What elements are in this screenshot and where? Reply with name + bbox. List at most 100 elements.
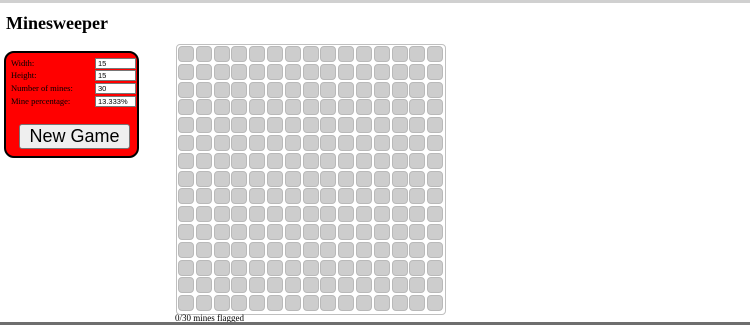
mine-cell[interactable]	[391, 135, 408, 151]
mine-cell[interactable]	[409, 63, 426, 80]
mine-cell[interactable]	[284, 188, 301, 205]
mine-cell[interactable]	[409, 188, 426, 205]
mine-cell[interactable]	[427, 188, 444, 205]
mine-cell[interactable]	[427, 241, 444, 258]
mine-cell[interactable]	[356, 188, 372, 205]
mine-cell[interactable]	[338, 277, 355, 294]
mine-cell[interactable]	[427, 152, 444, 169]
mine-cell[interactable]	[195, 295, 212, 312]
mine-cell[interactable]	[249, 63, 266, 80]
mine-cell[interactable]	[231, 152, 248, 169]
mine-cell[interactable]	[213, 224, 230, 240]
mine-cell[interactable]	[356, 295, 372, 312]
mine-cell[interactable]	[427, 259, 444, 276]
mine-cell[interactable]	[338, 99, 355, 116]
mine-cell[interactable]	[338, 188, 355, 205]
mine-cell[interactable]	[249, 81, 266, 98]
mine-cell[interactable]	[409, 46, 426, 62]
mine-cell[interactable]	[267, 206, 283, 223]
mine-cell[interactable]	[249, 170, 266, 187]
mine-cell[interactable]	[409, 259, 426, 276]
mine-cell[interactable]	[284, 259, 301, 276]
mine-cell[interactable]	[249, 46, 266, 62]
mine-cell[interactable]	[178, 206, 194, 223]
mine-cell[interactable]	[284, 277, 301, 294]
mine-cell[interactable]	[373, 81, 390, 98]
mine-cell[interactable]	[213, 295, 230, 312]
mine-cell[interactable]	[373, 170, 390, 187]
mine-cell[interactable]	[195, 81, 212, 98]
mine-cell[interactable]	[338, 241, 355, 258]
mine-cell[interactable]	[409, 241, 426, 258]
mine-cell[interactable]	[213, 81, 230, 98]
percentage-input[interactable]: 13.333%	[95, 96, 136, 107]
mine-cell[interactable]	[178, 170, 194, 187]
mine-cell[interactable]	[213, 99, 230, 116]
mine-cell[interactable]	[178, 81, 194, 98]
mine-cell[interactable]	[302, 277, 319, 294]
mine-cell[interactable]	[320, 81, 337, 98]
mine-cell[interactable]	[302, 241, 319, 258]
mine-cell[interactable]	[320, 259, 337, 276]
mine-cell[interactable]	[249, 99, 266, 116]
mine-cell[interactable]	[302, 170, 319, 187]
mine-cell[interactable]	[231, 259, 248, 276]
mine-cell[interactable]	[267, 135, 283, 151]
mine-cell[interactable]	[178, 99, 194, 116]
mine-cell[interactable]	[178, 46, 194, 62]
mine-cell[interactable]	[178, 224, 194, 240]
mine-cell[interactable]	[284, 117, 301, 134]
mine-cell[interactable]	[427, 295, 444, 312]
width-input[interactable]: 15	[95, 58, 136, 69]
mine-cell[interactable]	[409, 224, 426, 240]
mine-cell[interactable]	[356, 259, 372, 276]
mine-cell[interactable]	[373, 188, 390, 205]
mine-cell[interactable]	[320, 46, 337, 62]
mine-cell[interactable]	[373, 117, 390, 134]
mine-cell[interactable]	[338, 117, 355, 134]
mine-cell[interactable]	[356, 277, 372, 294]
mine-cell[interactable]	[320, 241, 337, 258]
mine-cell[interactable]	[249, 224, 266, 240]
mine-cell[interactable]	[338, 224, 355, 240]
mine-cell[interactable]	[267, 63, 283, 80]
mine-cell[interactable]	[195, 241, 212, 258]
mine-cell[interactable]	[391, 241, 408, 258]
mine-cell[interactable]	[391, 277, 408, 294]
mine-cell[interactable]	[249, 277, 266, 294]
mine-cell[interactable]	[373, 63, 390, 80]
mine-cell[interactable]	[284, 241, 301, 258]
mine-cell[interactable]	[338, 259, 355, 276]
mine-cell[interactable]	[284, 206, 301, 223]
mine-cell[interactable]	[409, 170, 426, 187]
mine-cell[interactable]	[391, 152, 408, 169]
mine-cell[interactable]	[391, 206, 408, 223]
mine-cell[interactable]	[231, 224, 248, 240]
mine-cell[interactable]	[178, 188, 194, 205]
mine-cell[interactable]	[302, 46, 319, 62]
mine-cell[interactable]	[213, 241, 230, 258]
mine-cell[interactable]	[195, 135, 212, 151]
mine-cell[interactable]	[249, 295, 266, 312]
mine-cell[interactable]	[338, 295, 355, 312]
mine-cell[interactable]	[391, 295, 408, 312]
mine-cell[interactable]	[391, 170, 408, 187]
mine-cell[interactable]	[231, 241, 248, 258]
mine-cell[interactable]	[302, 152, 319, 169]
mine-cell[interactable]	[320, 277, 337, 294]
mine-cell[interactable]	[427, 277, 444, 294]
mine-cell[interactable]	[338, 63, 355, 80]
mine-cell[interactable]	[213, 135, 230, 151]
mine-cell[interactable]	[178, 295, 194, 312]
mine-cell[interactable]	[267, 152, 283, 169]
mine-cell[interactable]	[284, 63, 301, 80]
mine-cell[interactable]	[302, 206, 319, 223]
mine-cell[interactable]	[409, 117, 426, 134]
mine-cell[interactable]	[427, 63, 444, 80]
mine-cell[interactable]	[231, 277, 248, 294]
mine-cell[interactable]	[338, 170, 355, 187]
mine-cell[interactable]	[249, 188, 266, 205]
mine-cell[interactable]	[195, 224, 212, 240]
mine-cell[interactable]	[356, 241, 372, 258]
mine-cell[interactable]	[409, 81, 426, 98]
